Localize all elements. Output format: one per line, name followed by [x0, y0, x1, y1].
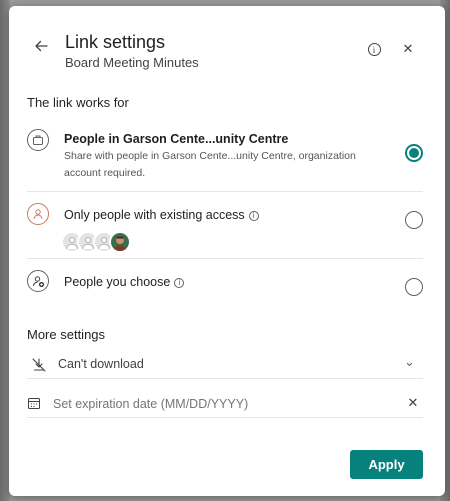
apply-button[interactable]: Apply [350, 450, 423, 479]
dialog-title: Link settings [65, 32, 166, 52]
chevron-down-icon: ⌄ [404, 354, 415, 369]
person-icon [27, 203, 49, 225]
radio-dot [409, 148, 419, 158]
option-organization[interactable]: People in Garson Cente...unity Centre Sh… [9, 122, 445, 190]
divider [27, 258, 423, 259]
option-existing-access-label: Only people with existing access i [64, 208, 259, 222]
option-existing-access-radio[interactable] [405, 211, 423, 229]
clear-expiration-button[interactable]: ✕ [403, 393, 423, 413]
avatar-stack [61, 231, 141, 255]
info-icon[interactable]: i [248, 210, 259, 221]
download-blocked-icon [31, 357, 47, 378]
option-organization-radio[interactable] [405, 144, 423, 162]
close-icon: ✕ [402, 41, 414, 56]
link-settings-dialog: Link settings Board Meeting Minutes i ✕ … [9, 6, 445, 496]
calendar-icon [27, 396, 41, 415]
person-add-icon [27, 270, 49, 292]
option-existing-access-title: Only people with existing access [64, 208, 245, 222]
option-people-you-choose[interactable]: People you choose i [9, 265, 445, 305]
info-icon[interactable]: i [174, 277, 185, 288]
option-people-you-choose-label: People you choose i [64, 275, 185, 289]
back-arrow-icon [35, 40, 48, 52]
close-icon: ✕ [407, 395, 419, 410]
back-button[interactable] [31, 36, 51, 56]
option-existing-access[interactable]: Only people with existing access i [9, 198, 445, 258]
close-button[interactable]: ✕ [398, 39, 418, 59]
expiration-date-input[interactable] [53, 393, 383, 415]
option-organization-description: Share with people in Garson Cente...unit… [64, 150, 356, 179]
option-organization-title: People in Garson Cente...unity Centre [64, 132, 289, 146]
building-icon [27, 129, 49, 151]
info-button[interactable]: i [365, 40, 383, 58]
option-people-you-choose-title: People you choose [64, 275, 171, 289]
more-settings-label: More settings [27, 327, 106, 342]
dialog-subtitle: Board Meeting Minutes [65, 55, 199, 70]
divider [27, 191, 423, 192]
expiration-date-row: ✕ [27, 390, 423, 418]
download-setting-value: Can't download [58, 357, 144, 371]
option-people-you-choose-radio[interactable] [405, 278, 423, 296]
download-setting-dropdown[interactable]: Can't download ⌄ [27, 351, 423, 379]
avatar-photo [109, 231, 131, 253]
info-icon: i [367, 42, 381, 56]
link-works-for-label: The link works for [27, 95, 129, 110]
